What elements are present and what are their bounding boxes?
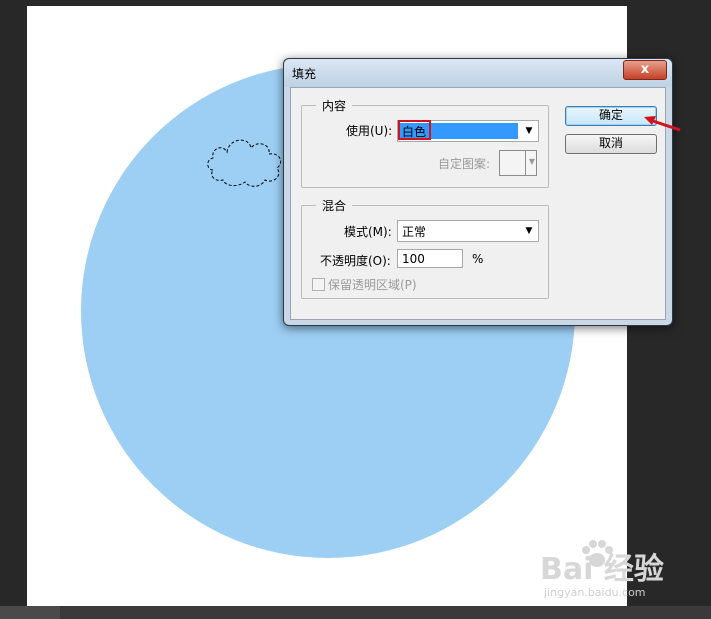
opacity-unit: % [472, 252, 484, 266]
custom-pattern-picker: ▼ [499, 150, 537, 176]
content-group-legend: 内容 [316, 97, 353, 114]
chevron-down-icon: ▼ [525, 226, 533, 236]
mode-label: 模式(M): [344, 225, 392, 239]
preserve-transparency-checkbox[interactable] [312, 278, 325, 291]
pattern-swatch [500, 151, 526, 175]
chevron-down-icon: ▼ [528, 157, 535, 166]
fill-dialog: 填充 x 内容 使用(U): 白色 ▼ 自定图案: ▼ 混合 模式(M): 正常… [283, 58, 673, 326]
red-arrow-icon [644, 116, 681, 132]
cancel-button[interactable]: 取消 [565, 134, 657, 154]
dialog-titlebar[interactable]: 填充 x [284, 59, 672, 87]
watermark-brand: Bai 经验 [540, 552, 664, 587]
mode-select[interactable]: 正常 ▼ [397, 220, 539, 242]
close-button[interactable]: x [623, 60, 667, 80]
opacity-label: 不透明度(O): [320, 254, 391, 268]
zoom-indicator[interactable] [0, 606, 60, 619]
status-bar [0, 606, 711, 619]
custom-pattern-label: 自定图案: [438, 157, 491, 171]
watermark-url: jingyan.baidu.com [544, 586, 646, 599]
use-label: 使用(U): [346, 124, 393, 138]
cloud-selection-marquee [207, 139, 282, 187]
blend-group: 混合 模式(M): 正常 ▼ 不透明度(O): 100 % 保留透明区域(P) [301, 197, 549, 299]
close-icon: x [640, 62, 650, 77]
baidu-watermark: Bai 经验 jingyan.baidu.com [540, 540, 710, 606]
mode-select-value: 正常 [402, 225, 427, 239]
red-highlight-box [398, 120, 431, 140]
use-select[interactable]: 白色 ▼ [397, 120, 539, 142]
preserve-transparency-label: 保留透明区域(P) [328, 278, 417, 292]
content-group: 内容 使用(U): 白色 ▼ 自定图案: ▼ [301, 97, 549, 188]
opacity-input[interactable]: 100 [397, 249, 463, 268]
chevron-down-icon: ▼ [525, 126, 533, 136]
blend-group-legend: 混合 [316, 197, 353, 214]
dialog-client-area: 内容 使用(U): 白色 ▼ 自定图案: ▼ 混合 模式(M): 正常 ▼ 不透… [290, 87, 666, 320]
dialog-title: 填充 [292, 67, 317, 81]
